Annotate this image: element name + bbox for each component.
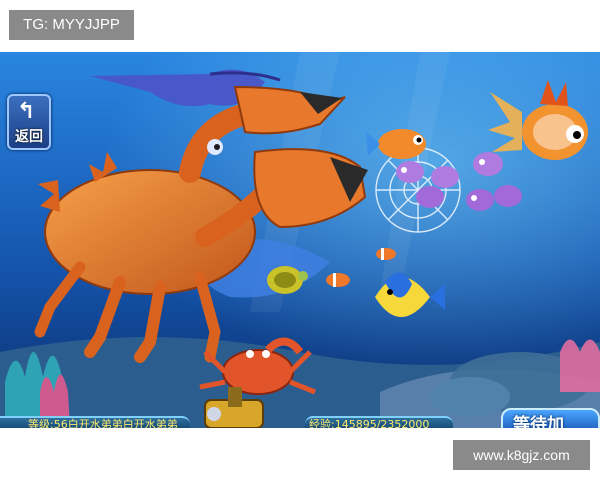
ocean-scene-art <box>0 52 600 428</box>
experience-bar: 经验:145895/2352000 <box>305 416 453 428</box>
back-arrow-icon: ↰ <box>17 99 36 124</box>
watermark-bottom: www.k8gjz.com <box>453 440 590 470</box>
watermark-top: TG: MYYJJPP <box>9 10 134 40</box>
player-info-text: 等级:56白开水弟弟白开水弟弟 <box>28 418 178 428</box>
back-button[interactable]: ↰ 返回 <box>7 94 51 150</box>
player-info-bar: 等级:56白开水弟弟白开水弟弟 <box>0 416 190 428</box>
fishing-net <box>375 147 461 233</box>
wait-join-button[interactable]: 等待加 <box>501 408 600 428</box>
experience-text: 经验:145895/2352000 <box>309 418 430 428</box>
wait-join-label: 等待加 <box>513 415 564 428</box>
game-scene[interactable]: ↰ 返回 等级:56白开水弟弟白开水弟弟 经验:145895/2352000 等… <box>0 52 600 428</box>
back-button-label: 返回 <box>15 129 43 145</box>
